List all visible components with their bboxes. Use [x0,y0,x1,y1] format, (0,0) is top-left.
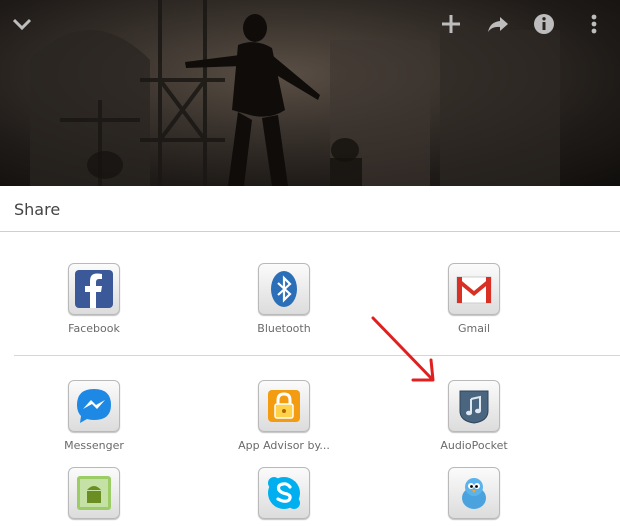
video-preview[interactable] [0,0,620,186]
app-label: Messenger [64,439,124,452]
app-label: App Advisor by... [238,439,330,452]
share-target-twitter[interactable] [394,467,554,526]
info-icon [534,14,554,34]
divider [14,355,620,356]
app-advisor-lock-icon [268,390,300,422]
share-button[interactable] [484,10,512,38]
info-button[interactable] [530,10,558,38]
bluetooth-icon [271,271,297,307]
app-label: AudioPocket [440,439,508,452]
more-vert-icon [591,14,597,34]
divider [0,231,620,232]
share-target-app-advisor[interactable]: App Advisor by... [204,380,364,452]
share-target-skype[interactable] [204,467,364,526]
more-options-button[interactable] [580,10,608,38]
collapse-button[interactable] [8,10,36,38]
app-label: Bluetooth [257,322,311,335]
share-target-facebook[interactable]: Facebook [14,263,174,335]
video-toolbar [0,0,620,48]
share-target-bluetooth[interactable]: Bluetooth [204,263,364,335]
annotation-arrow-icon [371,316,435,382]
add-button[interactable] [437,10,465,38]
app-label: Facebook [68,322,120,335]
share-target-audiopocket[interactable]: AudioPocket [394,380,554,452]
share-title: Share [14,200,61,219]
share-icon [488,17,508,32]
chevron-down-icon [12,18,32,31]
facebook-icon [75,270,113,308]
share-sheet: Share Facebook Bluetooth Gmail Messenger… [0,186,620,519]
audiopocket-icon [459,390,489,424]
share-target-android-app[interactable] [14,467,174,526]
android-app-icon [77,476,111,510]
messenger-icon [77,389,111,423]
add-icon [442,15,460,33]
skype-icon [268,477,300,509]
share-target-messenger[interactable]: Messenger [14,380,174,452]
gmail-icon [456,276,492,304]
twitter-bird-icon [462,478,486,509]
